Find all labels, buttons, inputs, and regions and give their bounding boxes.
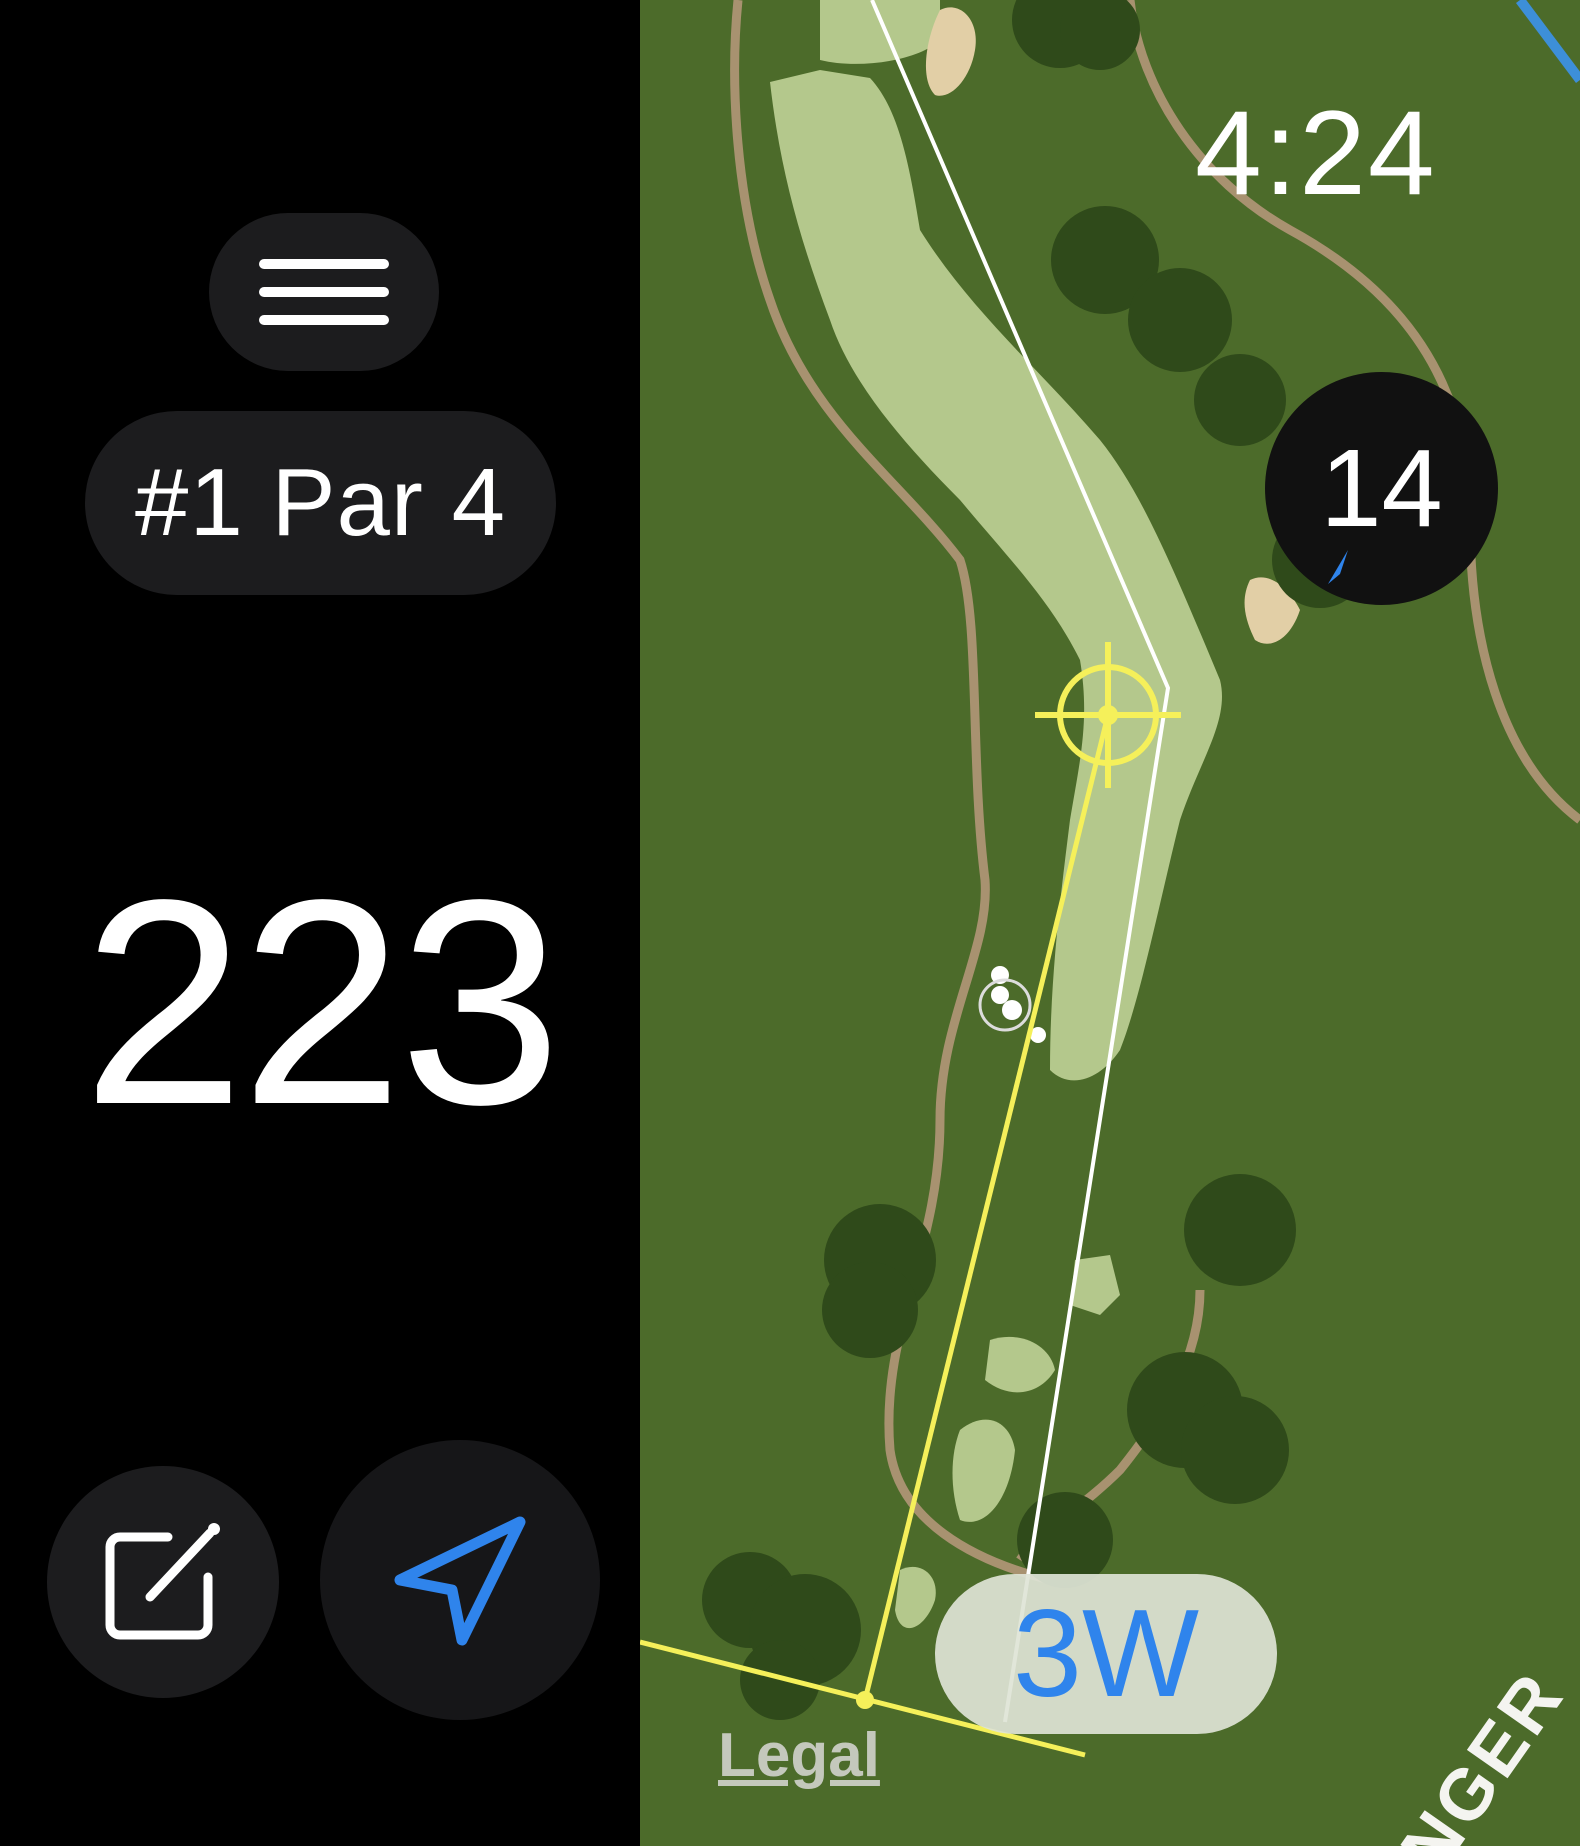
club-selector[interactable]: 3W (935, 1574, 1277, 1734)
fairway-top (820, 0, 940, 64)
tee-marker (856, 1691, 874, 1709)
menu-button[interactable] (209, 213, 439, 371)
legal-link[interactable]: Legal (718, 1720, 880, 1791)
wind-direction-icon (1328, 550, 1348, 584)
hole-label: #1 Par 4 (135, 449, 506, 556)
fairway (770, 70, 1222, 1081)
course-map[interactable]: 3W Legal NGER (640, 0, 1580, 1846)
trees (702, 0, 1368, 1720)
clock: 4:24 (1195, 86, 1437, 220)
scorecard-button[interactable] (47, 1466, 279, 1698)
square-and-pencil-icon (105, 1523, 220, 1640)
water-hazard (1516, 0, 1580, 83)
side-panel: #1 Par 4 223 (0, 0, 640, 1846)
wind-speed-value: 14 (1320, 427, 1443, 550)
wind-speed-badge[interactable]: 14 (1265, 372, 1498, 605)
distance-to-target: 223 (82, 839, 561, 1165)
hole-info-button[interactable]: #1 Par 4 (85, 411, 556, 595)
location-arrow-icon (394, 1516, 526, 1646)
course-graphic (640, 0, 1580, 1758)
hamburger-menu-icon (259, 259, 389, 325)
club-label: 3W (1013, 1585, 1199, 1723)
locate-me-button[interactable] (320, 1440, 600, 1720)
